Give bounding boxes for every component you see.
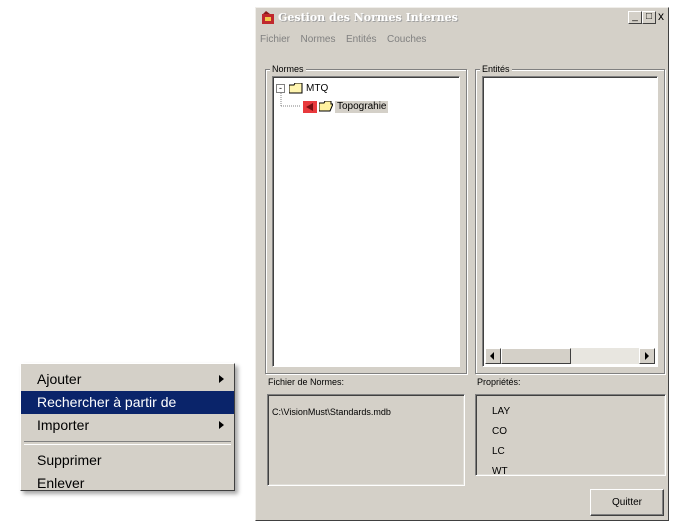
- window-title: Gestion des Normes Internes: [278, 11, 458, 24]
- proprietes-box: LAY CO LC WT: [475, 394, 666, 477]
- close-icon: x: [658, 9, 664, 23]
- folder-open-icon: [319, 101, 333, 112]
- app-icon: [262, 11, 274, 24]
- tree-node-topograhie[interactable]: Topograhie: [335, 101, 389, 113]
- horizontal-scrollbar[interactable]: [485, 348, 655, 364]
- normes-group: Normes - MTQ Topograhie: [265, 63, 467, 374]
- red-flag-icon: [303, 101, 317, 113]
- menu-item-enlever[interactable]: Enlever: [21, 472, 234, 495]
- fichier-normes-box: C:\VisionMust\Standards.mdb: [267, 394, 465, 486]
- folder-icon: [289, 83, 303, 94]
- propriete-item: CO: [492, 426, 507, 437]
- normes-group-label: Normes: [270, 63, 306, 75]
- fichier-normes-path: C:\VisionMust\Standards.mdb: [272, 407, 391, 417]
- close-button[interactable]: x: [656, 9, 666, 24]
- proprietes-label: Propriétés:: [477, 377, 521, 387]
- menu-item-label: Supprimer: [37, 452, 102, 468]
- propriete-item: LAY: [492, 406, 511, 417]
- scroll-left-button[interactable]: [485, 348, 501, 364]
- menu-normes[interactable]: Normes: [300, 32, 335, 48]
- arrow-right-icon: [645, 352, 649, 360]
- menu-item-supprimer[interactable]: Supprimer: [21, 449, 234, 472]
- minimize-button[interactable]: _: [628, 11, 642, 24]
- menu-item-rechercher[interactable]: Rechercher à partir de: [21, 391, 234, 414]
- context-menu: Ajouter Rechercher à partir de Importer …: [20, 363, 235, 491]
- arrow-left-icon: [490, 352, 494, 360]
- fichier-normes-label: Fichier de Normes:: [268, 377, 345, 387]
- menu-fichier[interactable]: Fichier: [260, 32, 290, 48]
- collapse-toggle-icon[interactable]: -: [276, 84, 285, 93]
- menu-bar: Fichier Normes Entités Couches: [260, 29, 432, 45]
- title-bar[interactable]: Gestion des Normes Internes _ □ x: [258, 10, 666, 28]
- normes-tree[interactable]: - MTQ Topograhie: [272, 76, 460, 367]
- scroll-thumb[interactable]: [501, 348, 571, 364]
- menu-item-label: Ajouter: [37, 371, 82, 387]
- submenu-arrow-icon: [219, 421, 224, 429]
- menu-item-label: Importer: [37, 417, 90, 433]
- propriete-item: LC: [492, 446, 505, 457]
- gestion-normes-window: Gestion des Normes Internes _ □ x Fichie…: [255, 7, 669, 521]
- submenu-arrow-icon: [219, 375, 224, 383]
- entites-group-label: Entités: [480, 63, 512, 75]
- menu-item-label: Rechercher à partir de: [37, 394, 177, 410]
- menu-item-label: Enlever: [37, 475, 85, 491]
- menu-couches[interactable]: Couches: [387, 32, 426, 48]
- minimize-icon: _: [632, 11, 638, 22]
- entites-list[interactable]: [482, 76, 658, 367]
- maximize-button[interactable]: □: [642, 11, 656, 24]
- scroll-right-button[interactable]: [639, 348, 655, 364]
- tree-node-mtq[interactable]: MTQ: [306, 83, 328, 95]
- menu-entites[interactable]: Entités: [346, 32, 377, 48]
- menu-item-importer[interactable]: Importer: [21, 414, 234, 437]
- menu-separator: [24, 441, 231, 445]
- propriete-item: WT: [492, 466, 508, 477]
- entites-group: Entités: [475, 63, 665, 374]
- maximize-icon: □: [645, 11, 653, 22]
- menu-item-ajouter[interactable]: Ajouter: [21, 368, 234, 391]
- quitter-button[interactable]: Quitter: [590, 489, 664, 516]
